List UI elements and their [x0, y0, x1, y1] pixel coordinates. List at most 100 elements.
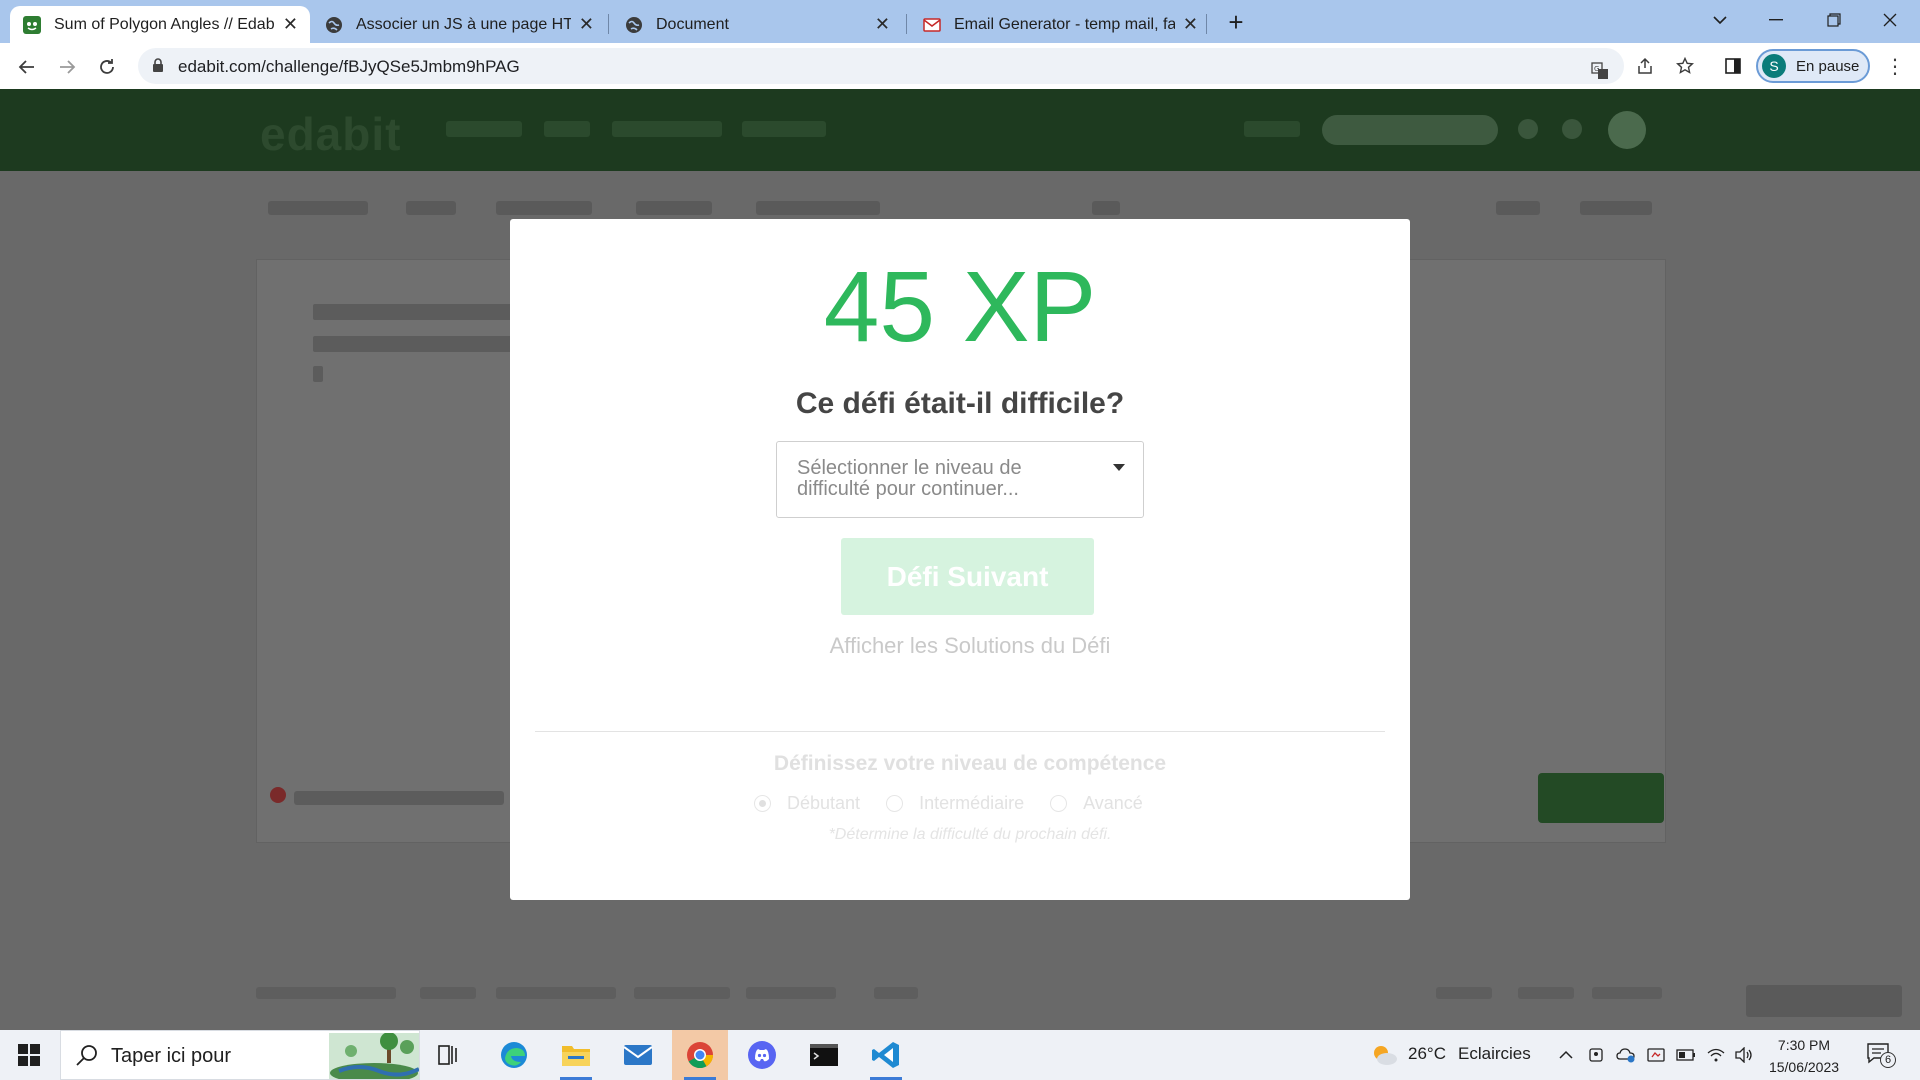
report-icon [270, 787, 286, 803]
forward-button[interactable] [51, 51, 83, 83]
header-avatar [1608, 111, 1646, 149]
submit-button-dimmed [1538, 773, 1664, 823]
footer-text [746, 987, 836, 999]
radio-button[interactable] [886, 794, 904, 812]
subnav-item [496, 201, 592, 215]
difficulty-select[interactable]: Sélectionner le niveau de difficulté pou… [776, 441, 1144, 518]
wifi-icon[interactable] [1706, 1046, 1726, 1064]
radio-debutant[interactable]: Débutant [754, 793, 860, 814]
code-line [313, 304, 513, 320]
tab-search-chevron-icon[interactable] [1692, 0, 1748, 40]
site-logo: edabit [260, 108, 402, 160]
chrome-icon[interactable] [672, 1030, 728, 1080]
search-highlight-illustration-icon [329, 1033, 419, 1079]
tab-title: Document [656, 15, 729, 33]
notification-count: 6 [1880, 1052, 1896, 1068]
radio-button[interactable] [1050, 794, 1068, 812]
weather-condition[interactable]: Eclaircies [1458, 1044, 1531, 1064]
skill-level-title: Définissez votre niveau de compétence [773, 752, 1167, 775]
search-icon [75, 1043, 99, 1072]
code-line [313, 366, 323, 382]
chevron-up-icon[interactable] [1556, 1046, 1576, 1064]
tab-document[interactable]: Document ✕ [612, 6, 902, 43]
close-tab-icon[interactable]: ✕ [579, 14, 594, 35]
tab-email-generator[interactable]: Email Generator - temp mail, fak ✕ [910, 6, 1210, 43]
footer-text [1436, 987, 1492, 999]
file-explorer-icon[interactable] [548, 1030, 604, 1080]
radio-label: Avancé [1083, 792, 1143, 813]
reload-button[interactable] [91, 51, 123, 83]
address-bar: edabit.com/challenge/fBJyQSe5Jmbm9hPAG G… [0, 43, 1920, 89]
reload-icon [100, 59, 114, 74]
subnav-item [1092, 201, 1120, 215]
divider [535, 731, 1385, 732]
caret-down-icon [1113, 464, 1125, 471]
battery-icon[interactable] [1676, 1046, 1696, 1064]
more-menu-icon[interactable]: ⋮ [1880, 51, 1910, 81]
url-bar[interactable]: edabit.com/challenge/fBJyQSe5Jmbm9hPAG G [138, 48, 1624, 84]
windows-start-icon[interactable] [18, 1044, 40, 1066]
tab-edabit[interactable]: Sum of Polygon Angles // Edabit ✕ [10, 6, 310, 43]
meet-now-icon[interactable] [1586, 1046, 1606, 1064]
terminal-icon[interactable] [796, 1030, 852, 1080]
task-view-icon[interactable] [420, 1030, 476, 1080]
volume-icon[interactable] [1734, 1046, 1754, 1064]
taskbar: Taper ici pour 26°C Eclaircies 7:30 PM 1… [0, 1030, 1920, 1080]
discord-icon[interactable] [734, 1030, 790, 1080]
footer-text [634, 987, 730, 999]
subnav-item [406, 201, 456, 215]
difficulty-question: Ce défi était-il difficile? [795, 387, 1125, 420]
minimize-button[interactable] [1748, 0, 1804, 40]
view-solutions-link[interactable]: Afficher les Solutions du Défi [510, 633, 1430, 659]
onedrive-icon[interactable] [1616, 1046, 1636, 1064]
subnav-item [268, 201, 368, 215]
skill-hint: *Détermine la difficulté du prochain déf… [828, 826, 1112, 843]
edge-icon[interactable] [486, 1030, 542, 1080]
tab-separator [906, 14, 907, 34]
tab-title: Sum of Polygon Angles // Edabit [54, 15, 275, 33]
close-tab-icon[interactable]: ✕ [283, 14, 298, 35]
subnav-item [636, 201, 712, 215]
footer-text [294, 791, 504, 805]
new-tab-button[interactable]: + [1220, 6, 1252, 38]
header-icon [1562, 119, 1582, 139]
profile-button[interactable]: S En pause [1756, 49, 1870, 83]
taskbar-search[interactable]: Taper ici pour [60, 1030, 420, 1080]
back-button[interactable] [11, 51, 43, 83]
profile-status: En pause [1796, 57, 1860, 75]
bookmark-star-icon[interactable] [1670, 51, 1700, 81]
arrow-right-icon [60, 60, 76, 74]
weather-temp[interactable]: 26°C [1408, 1044, 1446, 1064]
subnav-item [1580, 201, 1652, 215]
globe-icon [624, 15, 644, 35]
header-search [1322, 115, 1498, 145]
tab-title: Email Generator - temp mail, fak [954, 15, 1175, 33]
system-clock[interactable]: 7:30 PM 15/06/2023 [1756, 1034, 1852, 1078]
side-panel-icon[interactable] [1718, 51, 1748, 81]
lock-icon[interactable] [152, 58, 164, 78]
radio-button[interactable] [754, 794, 771, 812]
restore-button[interactable] [1806, 0, 1862, 40]
close-tab-icon[interactable]: ✕ [1183, 14, 1198, 35]
radio-intermediaire[interactable]: Intermédiaire [886, 793, 1024, 814]
header-link [612, 121, 722, 137]
vscode-icon[interactable] [858, 1030, 914, 1080]
subnav-item [756, 201, 880, 215]
close-window-button[interactable] [1862, 0, 1918, 40]
radio-avance[interactable]: Avancé [1050, 793, 1143, 814]
share-icon[interactable] [1630, 51, 1660, 81]
close-tab-icon[interactable]: ✕ [875, 14, 890, 35]
select-placeholder: Sélectionner le niveau de difficulté pou… [797, 457, 1022, 500]
completion-modal: 45 XP Ce défi était-il difficile? Sélect… [510, 219, 1410, 900]
globe-icon [324, 15, 344, 35]
weather-icon[interactable] [1370, 1042, 1398, 1068]
translate-icon[interactable]: G [1585, 56, 1615, 86]
screen-capture-icon[interactable] [1646, 1046, 1666, 1064]
mail-icon[interactable] [610, 1030, 666, 1080]
avatar: S [1762, 54, 1786, 78]
code-line [313, 336, 513, 352]
next-challenge-button[interactable]: Défi Suivant [841, 538, 1094, 615]
tab-associer-js[interactable]: Associer un JS à une page HTML ✕ [312, 6, 606, 43]
tab-strip: Sum of Polygon Angles // Edabit ✕ Associ… [0, 0, 1920, 43]
notification-center-icon[interactable]: 6 [1866, 1042, 1896, 1068]
